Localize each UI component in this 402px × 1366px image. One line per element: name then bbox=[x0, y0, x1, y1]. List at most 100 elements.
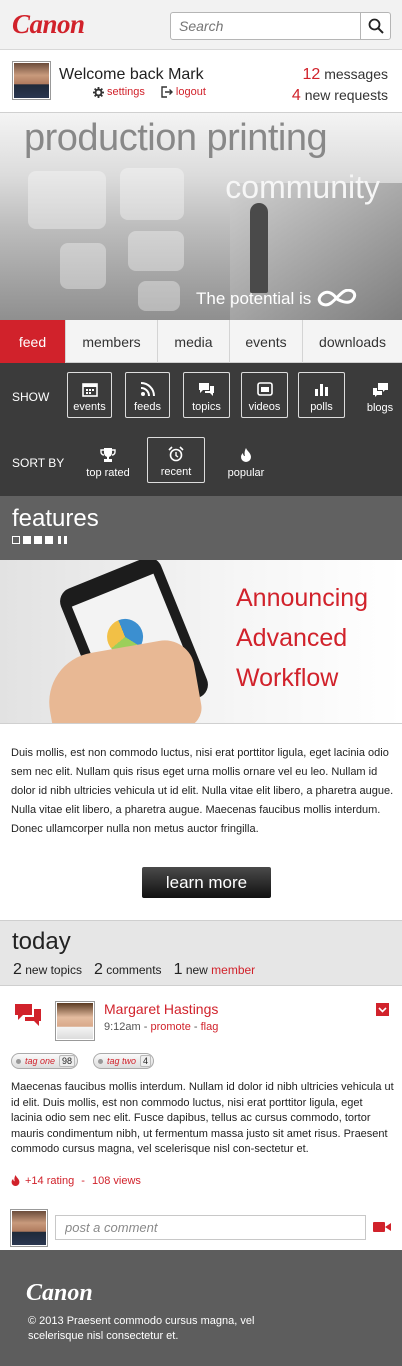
topics-label: new topics bbox=[25, 963, 82, 977]
welcome-panel: Welcome back Mark settings logout 12 mes… bbox=[0, 51, 402, 113]
carousel-dot[interactable] bbox=[12, 536, 20, 544]
user-avatar[interactable] bbox=[12, 61, 51, 100]
tag-count: 98 bbox=[59, 1055, 76, 1067]
gear-icon bbox=[93, 86, 104, 98]
sort-top-rated[interactable]: top rated bbox=[80, 437, 136, 483]
filter-videos[interactable]: videos bbox=[241, 372, 288, 418]
messages-count: 12 bbox=[302, 66, 321, 83]
logout-label: logout bbox=[175, 86, 206, 98]
bar-chart-icon bbox=[314, 384, 328, 396]
filter-blogs[interactable]: blogs bbox=[358, 372, 402, 418]
discussion-icon bbox=[15, 1004, 41, 1026]
hero-title-line1: production printing bbox=[24, 117, 328, 159]
post-author-avatar[interactable] bbox=[55, 1001, 95, 1041]
topics-count: 2 bbox=[13, 961, 22, 978]
hero-bubble bbox=[120, 168, 184, 220]
tag-chip[interactable]: tag one 98 bbox=[11, 1053, 79, 1069]
today-heading: today bbox=[12, 928, 71, 955]
feature-headline: Announcing Advanced Workflow bbox=[236, 578, 368, 698]
post-time: 9:12am bbox=[104, 1021, 141, 1033]
flag-link[interactable]: flag bbox=[201, 1021, 219, 1033]
tab-downloads[interactable]: downloads bbox=[303, 320, 402, 363]
settings-link[interactable]: settings bbox=[93, 86, 145, 98]
hero-tagline: The potential is bbox=[196, 289, 357, 309]
post-menu-button[interactable] bbox=[376, 1003, 389, 1016]
commenter-avatar bbox=[10, 1209, 48, 1247]
sort-top-rated-label: top rated bbox=[86, 467, 130, 479]
filter-events-label: events bbox=[73, 401, 106, 413]
sort-recent[interactable]: recent bbox=[147, 437, 205, 483]
video-icon bbox=[256, 382, 273, 396]
filter-videos-label: videos bbox=[248, 401, 281, 413]
carousel-dot[interactable] bbox=[34, 536, 42, 544]
tag-dot bbox=[98, 1058, 103, 1064]
flame-icon bbox=[11, 1175, 20, 1186]
sort-recent-label: recent bbox=[160, 466, 192, 478]
post-rating[interactable]: +14 rating bbox=[25, 1175, 74, 1187]
filter-feeds[interactable]: feeds bbox=[125, 372, 170, 418]
post-meta: 9:12am - promote - flag bbox=[104, 1021, 219, 1033]
today-comments[interactable]: 2 comments bbox=[94, 961, 162, 979]
learn-more-button[interactable]: learn more bbox=[142, 867, 271, 898]
tab-media[interactable]: media bbox=[158, 320, 230, 363]
requests-count: 4 bbox=[291, 87, 301, 104]
pause-icon[interactable] bbox=[58, 536, 61, 544]
members-count: 1 bbox=[173, 961, 183, 978]
blog-icon bbox=[372, 383, 388, 397]
search-icon bbox=[368, 18, 384, 34]
trophy-icon bbox=[100, 448, 116, 462]
today-topics[interactable]: 2 new topics bbox=[13, 961, 82, 979]
hero-bubble bbox=[60, 243, 106, 289]
section-tabs: feed members media events downloads bbox=[0, 320, 402, 370]
logout-icon bbox=[161, 86, 173, 98]
sort-label: SORT BY bbox=[12, 456, 65, 470]
promote-link[interactable]: promote bbox=[150, 1021, 190, 1033]
pause-icon[interactable] bbox=[64, 536, 67, 544]
feature-headline-line3: Workflow bbox=[236, 664, 339, 692]
account-links: settings logout bbox=[93, 86, 206, 98]
feature-body: Duis mollis, est non commodo luctus, nis… bbox=[11, 747, 394, 835]
today-header: today 2 new topics 2 comments 1 new memb… bbox=[0, 920, 402, 986]
sort-popular-label: popular bbox=[227, 467, 265, 479]
comment-input[interactable] bbox=[55, 1215, 366, 1240]
post-views: 108 views bbox=[92, 1174, 141, 1187]
filter-polls[interactable]: polls bbox=[298, 372, 345, 418]
search-input[interactable] bbox=[171, 13, 361, 39]
hero-tagline-text: The potential is bbox=[196, 289, 312, 308]
video-camera-icon[interactable] bbox=[373, 1221, 391, 1233]
post-author-name[interactable]: Margaret Hastings bbox=[104, 1001, 218, 1017]
top-bar: Canon bbox=[0, 0, 402, 50]
filter-topics[interactable]: topics bbox=[183, 372, 230, 418]
footer-logo[interactable]: Canon bbox=[26, 1280, 93, 1307]
tag-name: tag two bbox=[107, 1056, 137, 1066]
today-stats: 2 new topics 2 comments 1 new member bbox=[13, 961, 255, 979]
hero-person-figure bbox=[250, 203, 268, 293]
canon-logo[interactable]: Canon bbox=[12, 9, 85, 40]
today-members[interactable]: 1 new member bbox=[174, 961, 256, 979]
logout-link[interactable]: logout bbox=[161, 86, 206, 98]
rss-icon bbox=[140, 382, 155, 397]
tab-feed[interactable]: feed bbox=[0, 320, 66, 370]
carousel-dot[interactable] bbox=[23, 536, 31, 544]
filter-events[interactable]: events bbox=[67, 372, 112, 418]
tab-members[interactable]: members bbox=[66, 320, 158, 363]
chevron-down-icon bbox=[378, 1006, 387, 1013]
search-button[interactable] bbox=[360, 13, 390, 39]
members-prefix: new bbox=[185, 963, 208, 977]
filter-panel: SHOW events feeds topics videos polls bl… bbox=[0, 363, 402, 496]
tag-chip[interactable]: tag two 4 bbox=[93, 1053, 155, 1069]
carousel-dot[interactable] bbox=[45, 536, 53, 544]
messages-count-row[interactable]: 12 messages bbox=[292, 64, 389, 85]
tab-events[interactable]: events bbox=[230, 320, 303, 363]
comment-row bbox=[0, 1206, 402, 1250]
infinity-icon bbox=[318, 289, 357, 307]
filter-polls-label: polls bbox=[310, 401, 333, 413]
search-box bbox=[170, 12, 391, 40]
requests-count-row[interactable]: 4 new requests bbox=[292, 85, 388, 106]
hero-bubble bbox=[138, 281, 180, 311]
hero-banner: production printing community The potent… bbox=[0, 113, 402, 320]
sort-popular[interactable]: popular bbox=[220, 437, 272, 483]
tag-name: tag one bbox=[25, 1056, 56, 1066]
settings-label: settings bbox=[107, 86, 145, 98]
comments-count: 2 bbox=[93, 961, 103, 978]
